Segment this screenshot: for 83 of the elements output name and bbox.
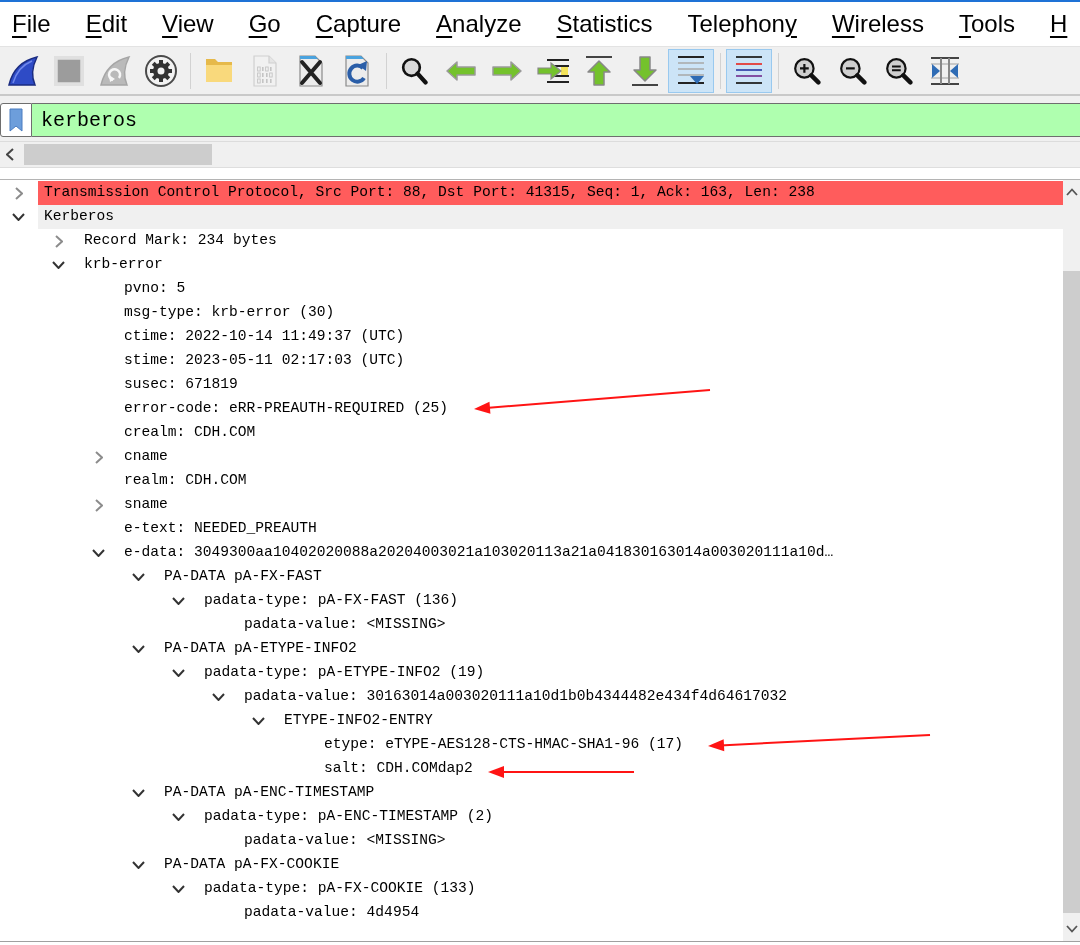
colored-lines-icon[interactable]: [735, 56, 763, 85]
menu-item[interactable]: Analyze: [436, 9, 522, 39]
tree-item[interactable]: padata-value: 30163014a003020111a10d1b0b4344482e434f4d64617032: [244, 685, 787, 709]
tree-item[interactable]: PA-DATA pA-FX-FAST: [164, 565, 322, 589]
menu-item[interactable]: Statistics: [556, 9, 653, 39]
menu-item[interactable]: Wireless: [831, 9, 924, 39]
chevron-down-icon[interactable]: [132, 645, 145, 653]
chevron-down-icon[interactable]: [172, 597, 185, 605]
bookmark-icon[interactable]: [9, 108, 23, 132]
chevron-down-icon[interactable]: [172, 669, 185, 677]
gear-icon[interactable]: [145, 54, 177, 87]
tree-item[interactable]: padata-value: <MISSING>: [244, 613, 446, 637]
chevron-down-icon[interactable]: [172, 885, 185, 893]
menu-item[interactable]: H: [1050, 9, 1068, 39]
document-close-icon[interactable]: [299, 54, 323, 87]
scrollbar-thumb[interactable]: [24, 144, 212, 165]
chevron-down-icon[interactable]: [132, 789, 145, 797]
down-arrow-bar-icon[interactable]: [631, 55, 659, 86]
tree-item[interactable]: Transmission Control Protocol, Src Port: 88, Dst Port: 41315, Seq: 1, Ack: 163, Len: 238: [38, 181, 1063, 205]
tree-item[interactable]: crealm: CDH.COM: [124, 421, 256, 445]
tree-item[interactable]: sname: [124, 493, 168, 517]
tree-item[interactable]: PA-DATA pA-ETYPE-INFO2: [164, 637, 357, 661]
menu-item[interactable]: Go: [248, 9, 281, 39]
menu-item[interactable]: Telephony: [687, 9, 797, 39]
tree-item[interactable]: msg-type: krb-error (30): [124, 301, 335, 325]
chevron-up-icon[interactable]: [1065, 188, 1078, 196]
tree-item[interactable]: padata-type: pA-FX-COOKIE (133): [204, 877, 476, 901]
tree-item[interactable]: ctime: 2022-10-14 11:49:37 (UTC): [124, 325, 405, 349]
chevron-right-icon[interactable]: [94, 498, 103, 512]
tree-item[interactable]: PA-DATA pA-ENC-TIMESTAMP: [164, 781, 375, 805]
tree-item[interactable]: Record Mark: 234 bytes: [84, 229, 277, 253]
lines-triangle-icon[interactable]: [677, 56, 705, 85]
chevron-down-icon[interactable]: [132, 861, 145, 869]
tree-item[interactable]: padata-type: pA-ENC-TIMESTAMP (2): [204, 805, 493, 829]
chevron-down-icon[interactable]: [1065, 925, 1078, 933]
chevron-down-icon[interactable]: [132, 573, 145, 581]
chevron-down-icon[interactable]: [52, 261, 65, 269]
tree-item[interactable]: cname: [124, 445, 168, 469]
tree-item[interactable]: krb-error: [84, 253, 163, 277]
shark-fin-icon[interactable]: [7, 54, 39, 87]
tree-item[interactable]: ETYPE-INFO2-ENTRY: [284, 709, 433, 733]
chevron-right-icon[interactable]: [54, 234, 63, 248]
tree-item[interactable]: PA-DATA pA-FX-COOKIE: [164, 853, 340, 877]
zoom-reset-icon[interactable]: [885, 56, 913, 85]
tree-item[interactable]: error-code: eRR-PREAUTH-REQUIRED (25): [124, 397, 449, 421]
chevron-down-icon[interactable]: [252, 717, 265, 725]
tree-item[interactable]: Kerberos: [38, 205, 1063, 229]
up-arrow-bar-icon[interactable]: [585, 55, 613, 86]
zoom-out-icon[interactable]: [839, 56, 867, 85]
tree-item[interactable]: etype: eTYPE-AES128-CTS-HMAC-SHA1-96 (17): [324, 733, 684, 757]
filter-input[interactable]: kerberos: [32, 103, 1080, 137]
chevron-right-icon[interactable]: [94, 450, 103, 464]
toolbar-button[interactable]: [726, 48, 772, 93]
tree-item[interactable]: realm: CDH.COM: [124, 469, 247, 493]
tree-item[interactable]: padata-type: pA-ETYPE-INFO2 (19): [204, 661, 485, 685]
zoom-in-icon[interactable]: [793, 56, 821, 85]
menu-item[interactable]: Tools: [958, 9, 1015, 39]
tree-item[interactable]: salt: CDH.COMdap2: [324, 757, 473, 781]
menu-item[interactable]: View: [162, 9, 214, 39]
document-refresh-icon[interactable]: [345, 54, 369, 87]
tree-item[interactable]: pvno: 5: [124, 277, 186, 301]
chevron-left-icon[interactable]: [6, 148, 14, 161]
chevron-down-icon[interactable]: [12, 213, 25, 221]
tree-item[interactable]: e-text: NEEDED_PREAUTH: [124, 517, 317, 541]
column-resize-icon[interactable]: [930, 56, 960, 85]
chevron-down-icon[interactable]: [172, 813, 185, 821]
menu-item[interactable]: Edit: [85, 9, 128, 39]
search-icon[interactable]: [401, 56, 429, 85]
tree-item[interactable]: padata-value: 4d4954: [244, 901, 420, 925]
toolbar-button[interactable]: [668, 48, 714, 93]
chevron-down-icon[interactable]: [212, 693, 225, 701]
tree-item[interactable]: susec: 671819: [124, 373, 238, 397]
tree-item[interactable]: padata-type: pA-FX-FAST (136): [204, 589, 458, 613]
jump-to-line-icon[interactable]: [537, 57, 569, 84]
tree-item[interactable]: padata-value: <MISSING>: [244, 829, 446, 853]
menu-item[interactable]: File: [12, 9, 51, 39]
chevron-down-icon[interactable]: [92, 549, 105, 557]
chevron-right-icon[interactable]: [14, 186, 23, 200]
tree-item[interactable]: stime: 2023-05-11 02:17:03 (UTC): [124, 349, 405, 373]
tree-item[interactable]: e-data: 3049300aa10402020088a20204003021a103020113a21a041830163014a003020111a10d…: [124, 541, 834, 565]
menu-item[interactable]: Capture: [315, 9, 402, 39]
bookmark-button[interactable]: [0, 103, 32, 137]
scrollbar-thumb[interactable]: [1063, 271, 1080, 913]
